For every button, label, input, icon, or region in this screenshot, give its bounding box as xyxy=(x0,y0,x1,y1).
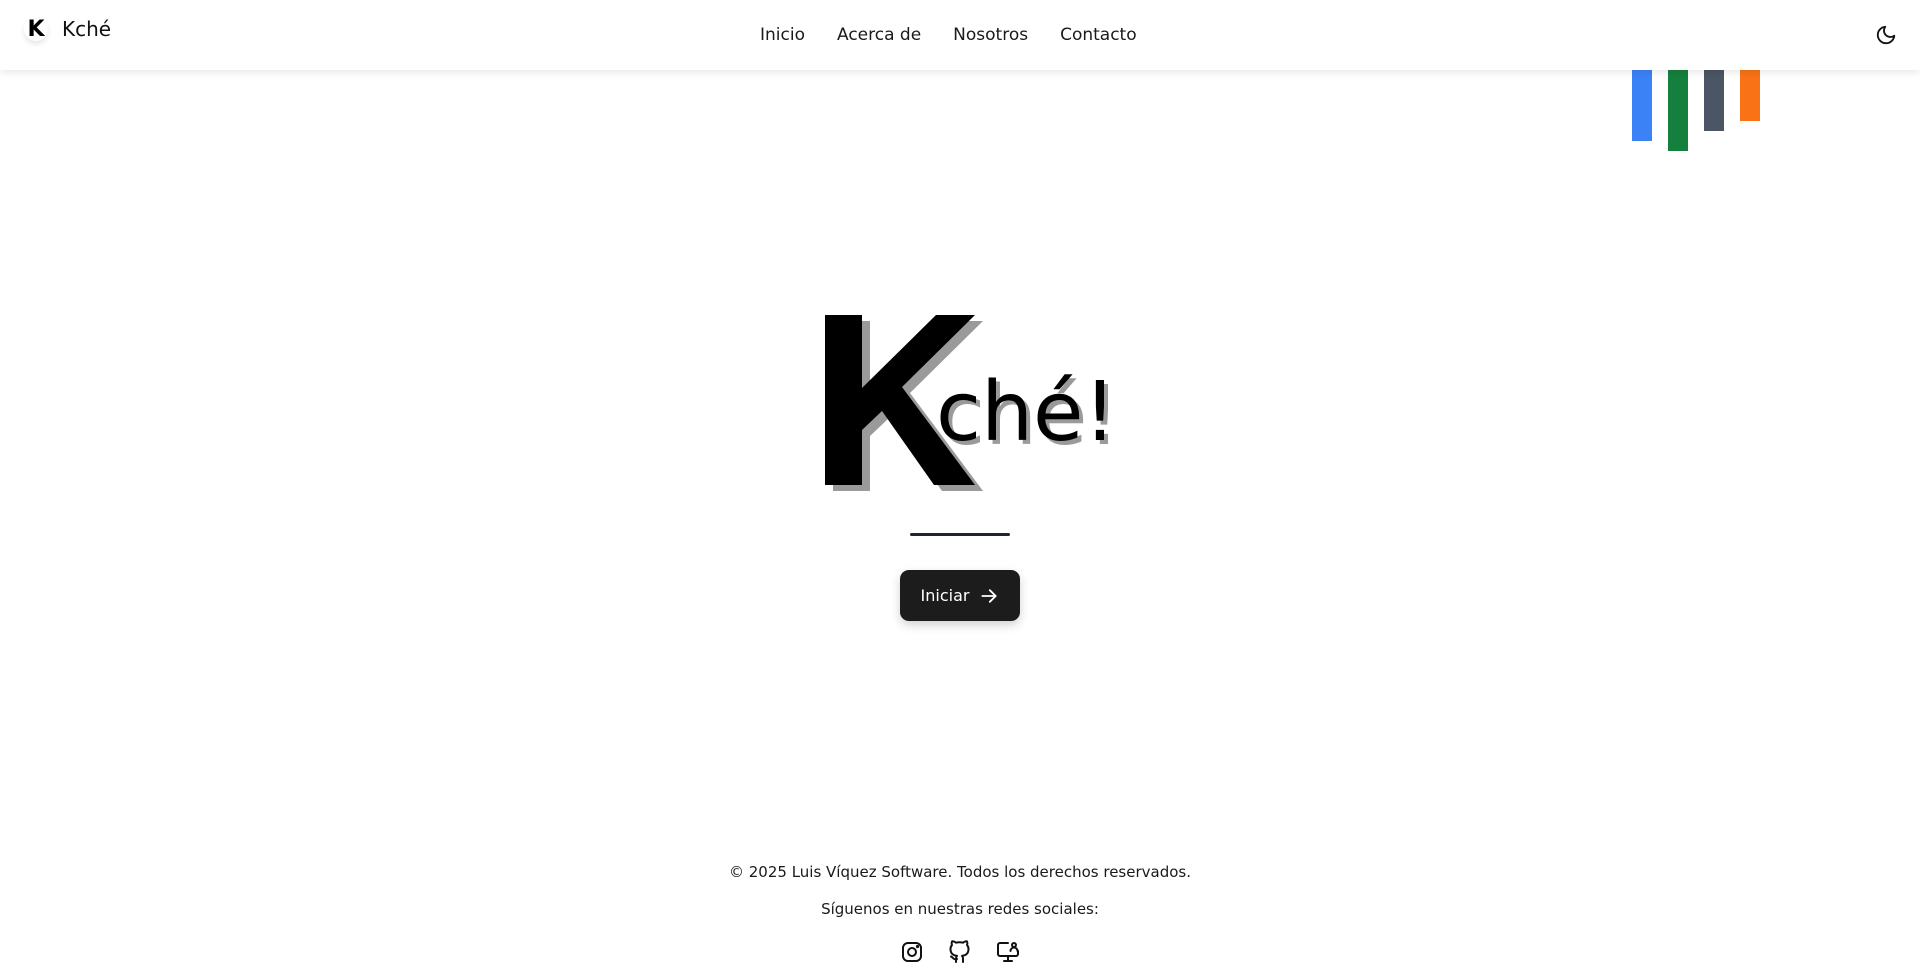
nav-inicio[interactable]: Inicio xyxy=(760,25,805,45)
footer-copyright: © 2025 Luis Víquez Software. Todos los d… xyxy=(728,863,1191,881)
brand-link[interactable]: K Kché xyxy=(24,17,112,42)
page: K Kché Inicio Acerca de Nosotros Contact… xyxy=(0,0,1920,970)
hero-logo-text: ché! xyxy=(936,365,1116,460)
nav-acerca-de[interactable]: Acerca de xyxy=(837,25,921,45)
brand-name: Kché xyxy=(62,17,112,41)
decor-bar-green xyxy=(1668,70,1688,151)
nav-contacto[interactable]: Contacto xyxy=(1060,25,1137,45)
github-icon xyxy=(949,940,970,963)
instagram-icon xyxy=(902,942,922,962)
website-link[interactable] xyxy=(996,940,1020,964)
main-nav: Inicio Acerca de Nosotros Contacto xyxy=(760,0,1137,70)
footer-follow-text: Síguenos en nuestras redes sociales: xyxy=(821,900,1099,918)
hero-divider xyxy=(910,533,1010,536)
iniciar-label: Iniciar xyxy=(920,586,970,605)
theme-toggle-button[interactable] xyxy=(1872,21,1900,49)
hero-logo: ché! ché! xyxy=(825,315,1120,491)
nav-nosotros[interactable]: Nosotros xyxy=(953,25,1028,45)
decor-bar-blue xyxy=(1632,70,1652,141)
github-link[interactable] xyxy=(948,940,972,964)
decor-bar-orange xyxy=(1740,70,1760,121)
instagram-link[interactable] xyxy=(900,940,924,964)
arrow-right-icon xyxy=(981,588,998,603)
brand-logo-icon: K xyxy=(24,17,48,42)
decor-bar-gray xyxy=(1704,70,1724,131)
social-links xyxy=(0,940,1920,964)
moon-icon xyxy=(1876,25,1896,45)
iniciar-button[interactable]: Iniciar xyxy=(900,570,1020,621)
monitor-icon xyxy=(997,942,1019,962)
top-navbar: K Kché Inicio Acerca de Nosotros Contact… xyxy=(0,0,1920,70)
